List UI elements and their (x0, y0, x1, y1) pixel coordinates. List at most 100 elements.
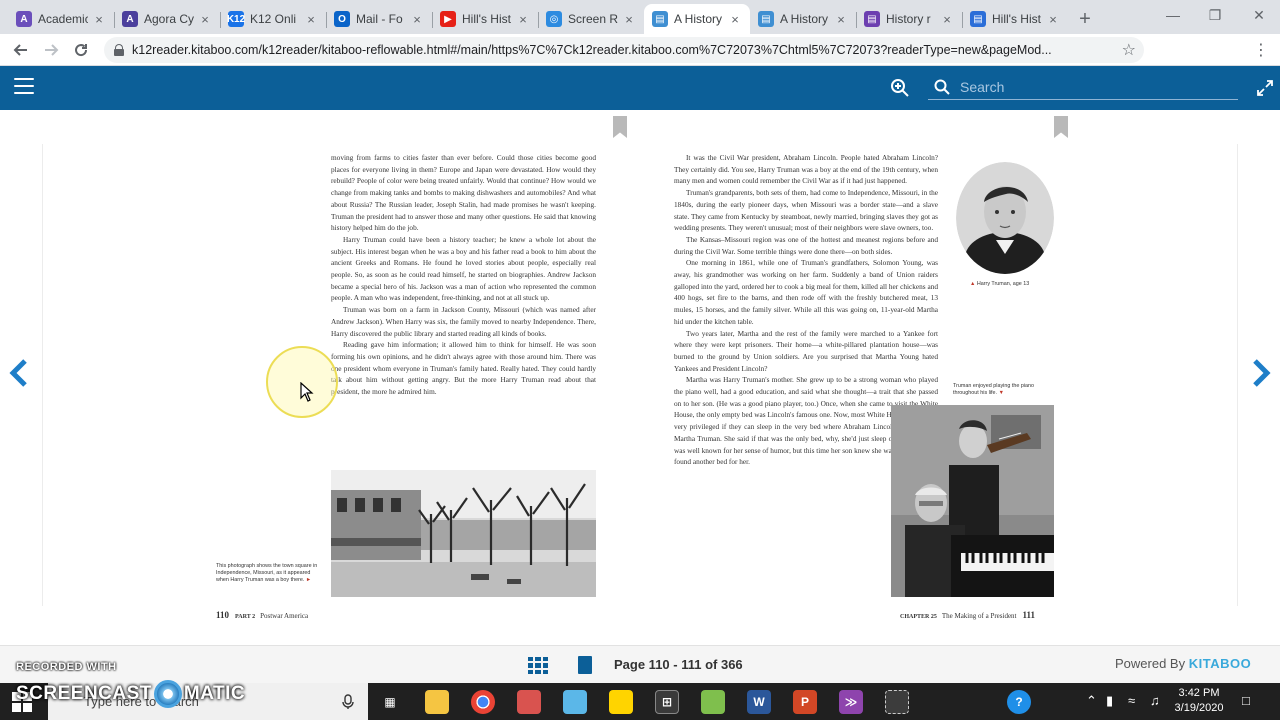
search-input[interactable] (960, 78, 1230, 95)
taskbar-clock[interactable]: 3:42 PM 3/19/2020 (1168, 686, 1230, 716)
tab-favicon-icon: ▤ (758, 11, 774, 27)
left-page-bookmark-icon[interactable] (613, 116, 627, 138)
tab-close-icon[interactable]: × (304, 12, 318, 27)
app-icon-green[interactable] (701, 690, 725, 714)
chevron-right-icon (1253, 359, 1271, 387)
browser-tab[interactable]: ▤ A History × (750, 4, 856, 34)
back-button[interactable] (6, 35, 36, 65)
address-bar[interactable]: k12reader.kitaboo.com/k12reader/kitaboo-… (104, 37, 1144, 63)
tab-close-icon[interactable]: × (940, 12, 954, 27)
browser-tab[interactable]: ▤ Hill's Hist × (962, 4, 1068, 34)
close-window-button[interactable]: ✕ (1236, 0, 1280, 30)
right-page-number: 111 (1022, 610, 1036, 620)
tab-close-icon[interactable]: × (1046, 12, 1060, 27)
reload-button[interactable] (66, 35, 96, 65)
previous-page-button[interactable] (4, 356, 34, 390)
tab-close-icon[interactable]: × (198, 12, 212, 27)
tab-close-icon[interactable]: × (516, 12, 530, 27)
forward-arrow-icon (45, 43, 59, 56)
search-icon (934, 79, 950, 95)
chevron-left-icon (9, 359, 27, 387)
browser-tab[interactable]: O Mail - Fo × (326, 4, 432, 34)
tab-close-icon[interactable]: × (622, 12, 636, 27)
notifications-icon[interactable]: □ (1242, 693, 1250, 708)
watermark-left-text: SCREENCAST (16, 683, 152, 704)
url-text: k12reader.kitaboo.com/k12reader/kitaboo-… (132, 43, 1052, 57)
app-icon-blue[interactable] (563, 690, 587, 714)
bookmark-star-icon[interactable]: ☆ (1122, 40, 1136, 60)
task-view-icon[interactable]: ▦ (378, 690, 402, 714)
tab-favicon-icon: ▶ (440, 11, 456, 27)
right-folio: CHAPTER 25 The Making of a President 111 (900, 610, 1041, 620)
body-paragraph: It was the Civil War president, Abraham … (674, 153, 938, 186)
piano-caption-pointer-icon: ▼ (998, 390, 1004, 397)
word-icon[interactable]: W (747, 690, 771, 714)
tab-title: Hill's Hist (992, 12, 1041, 26)
browser-menu-button[interactable]: ⋮ (1246, 35, 1276, 65)
tab-favicon-icon: ▤ (652, 11, 668, 27)
restore-button[interactable]: ❐ (1192, 0, 1238, 30)
minimize-button[interactable]: — (1150, 0, 1196, 30)
battery-icon[interactable]: ▮ (1106, 693, 1113, 709)
tab-favicon-icon: A (122, 11, 138, 27)
new-tab-button[interactable]: + (1070, 4, 1100, 34)
microphone-icon[interactable] (342, 694, 354, 710)
snipping-tool-icon[interactable] (885, 690, 909, 714)
body-paragraph: The Kansas–Missouri region was one of th… (674, 234, 938, 256)
app-icon-purple[interactable]: ≫ (839, 690, 863, 714)
browser-tab[interactable]: ▤ A History × (644, 4, 750, 34)
recorder-watermark-top: RECORDED WITH (16, 661, 117, 673)
next-page-button[interactable] (1246, 356, 1276, 390)
portrait-caption-pointer-icon: ▲ (970, 281, 976, 287)
tab-favicon-icon: ◎ (546, 11, 562, 27)
file-explorer-icon[interactable] (425, 690, 449, 714)
calculator-icon[interactable]: ⊞ (655, 690, 679, 714)
town-square-caption-text: This photograph shows the town square in… (216, 563, 318, 584)
reload-icon (75, 43, 88, 56)
volume-icon[interactable]: ♫ (1150, 693, 1160, 708)
tray-chevron-up-icon[interactable]: ⌃ (1086, 693, 1097, 709)
caption-pointer-icon: ► (305, 577, 312, 584)
browser-tab[interactable]: ▶ Hill's Hist × (432, 4, 538, 34)
left-page-number: 110 (216, 610, 230, 620)
tab-close-icon[interactable]: × (728, 12, 742, 27)
powered-by-label: Powered By (1115, 656, 1186, 671)
right-page-edge (1237, 144, 1238, 606)
body-paragraph: Two years later, Martha and the rest of … (674, 328, 938, 373)
chrome-icon[interactable] (471, 690, 495, 714)
browser-tab[interactable]: ◎ Screen R × (538, 4, 644, 34)
browser-tab[interactable]: A Academic × (8, 4, 114, 34)
browser-tab[interactable]: K12 K12 Onli × (220, 4, 326, 34)
powerpoint-icon[interactable]: P (793, 690, 817, 714)
left-folio-title: Postwar America (260, 612, 309, 620)
tab-title: History r (886, 12, 931, 26)
fullscreen-icon[interactable] (1256, 79, 1274, 97)
browser-tab[interactable]: ▤ History r × (856, 4, 962, 34)
help-icon[interactable]: ? (1007, 690, 1031, 714)
single-page-view-icon[interactable] (578, 656, 592, 674)
zoom-in-icon[interactable] (890, 78, 910, 98)
town-square-photo (331, 470, 596, 597)
right-folio-title: The Making of a President (941, 612, 1017, 620)
paint-icon[interactable] (517, 690, 541, 714)
truman-piano-photo (891, 405, 1054, 597)
right-page-bookmark-icon[interactable] (1054, 116, 1068, 138)
screencast-logo-icon (153, 680, 182, 708)
tab-close-icon[interactable]: × (410, 12, 424, 27)
back-arrow-icon (13, 43, 27, 56)
piano-caption-text: Truman enjoyed playing the piano through… (953, 383, 1035, 397)
tab-favicon-icon: ▤ (864, 11, 880, 27)
sticky-notes-icon[interactable] (609, 690, 633, 714)
thumbnail-grid-icon[interactable] (528, 657, 548, 674)
forward-button[interactable] (36, 35, 66, 65)
tab-close-icon[interactable]: × (834, 12, 848, 27)
book-viewer: moving from farms to cities faster than … (0, 110, 1280, 645)
tab-close-icon[interactable]: × (92, 12, 106, 27)
browser-tab-strip: A Academic × A Agora Cy × K12 K12 Onli × O Mail - … (0, 0, 1280, 34)
tab-title: Academic (38, 12, 88, 26)
menu-icon[interactable] (14, 78, 34, 98)
body-paragraph: Reading gave him information; it allowed… (331, 340, 596, 397)
browser-tab[interactable]: A Agora Cy × (114, 4, 220, 34)
wifi-icon[interactable]: ≈ (1128, 693, 1135, 708)
tab-title: Agora Cy (144, 12, 194, 26)
